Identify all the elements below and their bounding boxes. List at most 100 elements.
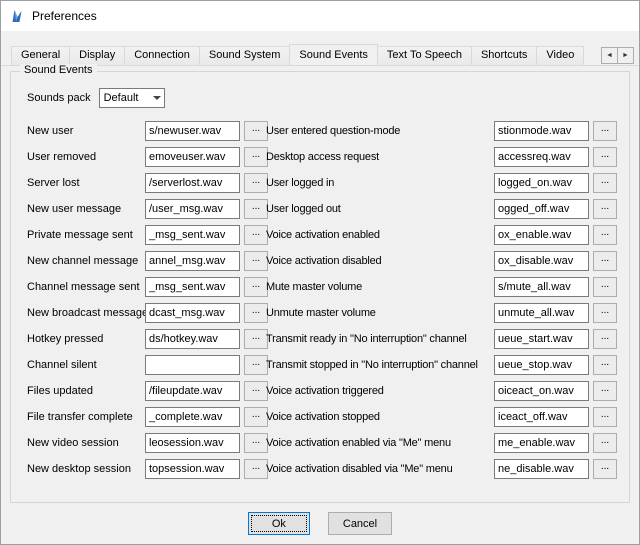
browse-button[interactable]: ... <box>244 251 268 271</box>
sound-file-input[interactable] <box>145 199 240 219</box>
sound-file-input[interactable] <box>494 199 589 219</box>
sound-file-input[interactable] <box>494 277 589 297</box>
event-label: Desktop access request <box>266 151 494 163</box>
sound-event-row: User logged out ... <box>266 196 617 222</box>
tab[interactable]: General <box>11 46 70 65</box>
event-label: New desktop session <box>27 463 145 475</box>
sound-event-row: File transfer complete ... <box>27 404 268 430</box>
sound-file-input[interactable] <box>494 381 589 401</box>
group-title: Sound Events <box>20 64 97 76</box>
sound-file-input[interactable] <box>494 225 589 245</box>
browse-button[interactable]: ... <box>244 303 268 323</box>
sound-event-row: Desktop access request ... <box>266 144 617 170</box>
event-label: User logged out <box>266 203 494 215</box>
browse-button[interactable]: ... <box>593 355 617 375</box>
browse-button[interactable]: ... <box>244 381 268 401</box>
sound-file-input[interactable] <box>145 225 240 245</box>
browse-button[interactable]: ... <box>593 173 617 193</box>
sound-event-row: User logged in ... <box>266 170 617 196</box>
browse-button[interactable]: ... <box>244 459 268 479</box>
sound-file-input[interactable] <box>494 329 589 349</box>
browse-button[interactable]: ... <box>244 225 268 245</box>
events-column-right: User entered question-mode ... Desktop a… <box>266 118 617 482</box>
sound-file-input[interactable] <box>145 173 240 193</box>
browse-button[interactable]: ... <box>244 329 268 349</box>
sound-file-input[interactable] <box>145 277 240 297</box>
sound-event-row: Transmit stopped in "No interruption" ch… <box>266 352 617 378</box>
browse-button[interactable]: ... <box>593 225 617 245</box>
tab-scroll-control: ◄ ► <box>598 47 634 64</box>
sound-file-input[interactable] <box>145 381 240 401</box>
event-label: Voice activation triggered <box>266 385 494 397</box>
sound-event-row: New channel message ... <box>27 248 268 274</box>
event-label: Server lost <box>27 177 145 189</box>
browse-button[interactable]: ... <box>244 355 268 375</box>
tab[interactable]: Display <box>69 46 125 65</box>
sound-file-input[interactable] <box>145 251 240 271</box>
browse-button[interactable]: ... <box>593 121 617 141</box>
browse-button[interactable]: ... <box>244 277 268 297</box>
sound-file-input[interactable] <box>494 459 589 479</box>
event-label: New user message <box>27 203 145 215</box>
browse-button[interactable]: ... <box>593 407 617 427</box>
sound-file-input[interactable] <box>494 147 589 167</box>
dialog-content: General Display Connection Sound System … <box>1 31 639 544</box>
event-label: Mute master volume <box>266 281 494 293</box>
sound-event-row: New desktop session ... <box>27 456 268 482</box>
browse-button[interactable]: ... <box>244 433 268 453</box>
tab[interactable]: Sound System <box>199 46 291 65</box>
browse-button[interactable]: ... <box>593 251 617 271</box>
browse-button[interactable]: ... <box>593 147 617 167</box>
sound-file-input[interactable] <box>145 121 240 141</box>
browse-button[interactable]: ... <box>244 147 268 167</box>
cancel-button[interactable]: Cancel <box>328 512 392 535</box>
sound-file-input[interactable] <box>494 251 589 271</box>
tab-scroll-left-button[interactable]: ◄ <box>601 47 618 64</box>
tab[interactable]: Shortcuts <box>471 46 537 65</box>
browse-button[interactable]: ... <box>593 459 617 479</box>
browse-button[interactable]: ... <box>593 303 617 323</box>
event-label: Hotkey pressed <box>27 333 145 345</box>
sound-file-input[interactable] <box>494 173 589 193</box>
event-label: User entered question-mode <box>266 125 494 137</box>
sound-file-input[interactable] <box>494 355 589 375</box>
browse-button[interactable]: ... <box>593 329 617 349</box>
browse-button[interactable]: ... <box>244 173 268 193</box>
sound-file-input[interactable] <box>145 329 240 349</box>
event-label: Channel silent <box>27 359 145 371</box>
event-label: Voice activation stopped <box>266 411 494 423</box>
browse-button[interactable]: ... <box>593 199 617 219</box>
sounds-pack-select[interactable]: Default <box>99 88 165 108</box>
sound-file-input[interactable] <box>494 303 589 323</box>
tab[interactable]: Connection <box>124 46 200 65</box>
event-label: Transmit stopped in "No interruption" ch… <box>266 359 494 371</box>
tab-scroll-right-button[interactable]: ► <box>617 47 634 64</box>
sound-file-input[interactable] <box>494 121 589 141</box>
event-label: Unmute master volume <box>266 307 494 319</box>
sound-file-input[interactable] <box>145 303 240 323</box>
sound-event-row: New user ... <box>27 118 268 144</box>
sound-file-input[interactable] <box>145 407 240 427</box>
sound-file-input[interactable] <box>494 407 589 427</box>
event-label: New video session <box>27 437 145 449</box>
browse-button[interactable]: ... <box>244 407 268 427</box>
tab[interactable]: Video <box>536 46 584 65</box>
sound-event-row: User entered question-mode ... <box>266 118 617 144</box>
sound-file-input[interactable] <box>145 355 240 375</box>
sound-file-input[interactable] <box>145 459 240 479</box>
sound-file-input[interactable] <box>494 433 589 453</box>
browse-button[interactable]: ... <box>593 381 617 401</box>
sound-file-input[interactable] <box>145 433 240 453</box>
browse-button[interactable]: ... <box>593 277 617 297</box>
browse-button[interactable]: ... <box>244 121 268 141</box>
sound-event-row: Files updated ... <box>27 378 268 404</box>
tab[interactable]: Sound Events <box>289 44 378 66</box>
browse-button[interactable]: ... <box>593 433 617 453</box>
tab[interactable]: Text To Speech <box>377 46 472 65</box>
sound-file-input[interactable] <box>145 147 240 167</box>
sound-event-row: Channel silent ... <box>27 352 268 378</box>
sound-event-row: Voice activation disabled via "Me" menu … <box>266 456 617 482</box>
browse-button[interactable]: ... <box>244 199 268 219</box>
ok-button[interactable]: Ok <box>248 512 310 535</box>
sound-events-group: Sound Events Sounds pack Default New use… <box>10 71 630 503</box>
